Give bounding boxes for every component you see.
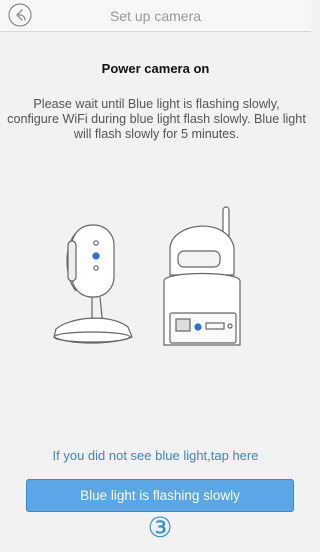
confirm-button-label: Blue light is flashing slowly	[80, 488, 240, 503]
page-title: Set up camera	[109, 8, 202, 24]
instructions-text: Please wait until Blue light is flashing…	[7, 97, 306, 141]
blue-light-confirm-button[interactable]: Blue light is flashing slowly	[26, 479, 294, 512]
top-bar: Set up camera	[0, 0, 311, 32]
side-camera-image	[53, 224, 133, 344]
step-number-badge: ③	[147, 512, 173, 543]
section-title: Power camera on	[101, 61, 210, 76]
camera-illustration	[53, 206, 241, 346]
pan-tilt-camera-image	[163, 206, 241, 346]
blue-light-help-link[interactable]: If you did not see blue light,tap here	[0, 448, 311, 463]
